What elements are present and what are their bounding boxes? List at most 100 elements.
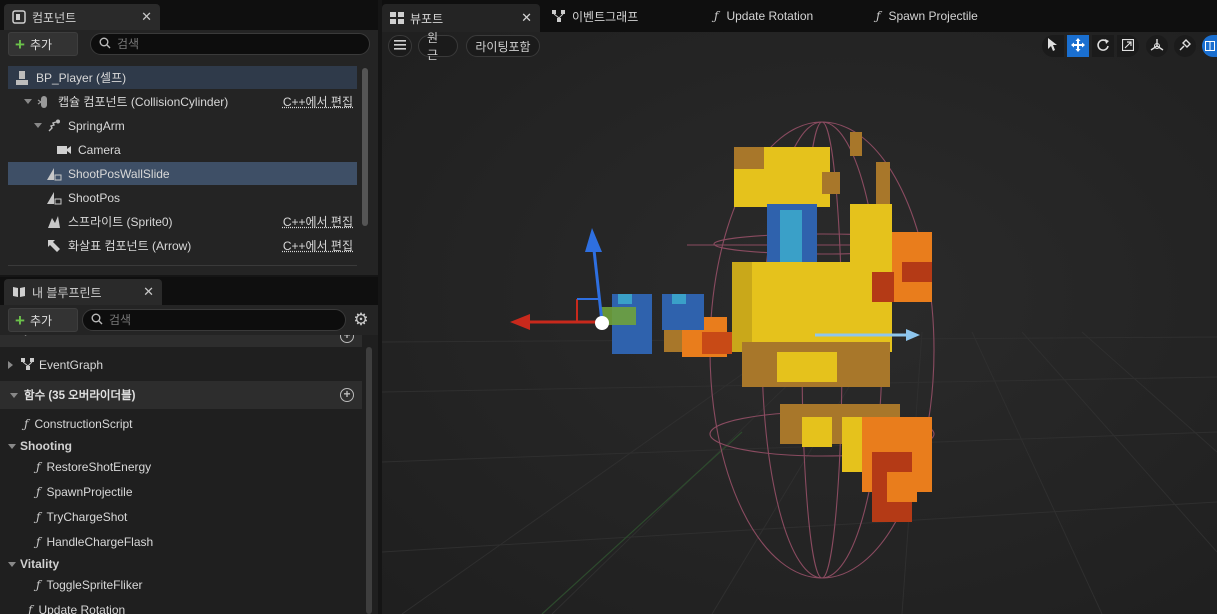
coordinate-system-button[interactable] [1146, 35, 1168, 57]
rotate-icon [1096, 38, 1110, 55]
tab-event-graph[interactable]: 이벤트그래프 [544, 4, 704, 28]
components-search[interactable] [90, 33, 370, 55]
function-toggle-sprite-fliker[interactable]: ƒ ToggleSpriteFliker [0, 573, 362, 597]
edit-in-cpp-link[interactable]: C++에서 편집 [283, 93, 353, 110]
edit-in-cpp-link[interactable]: C++에서 편집 [283, 237, 353, 254]
function-icon: ƒ [36, 460, 41, 474]
tree-item-label: ShootPosWallSlide [68, 166, 170, 181]
tree-item-sprite[interactable]: 스프라이트 (Sprite0) C++에서 편집 [8, 210, 357, 233]
cursor-icon [1048, 38, 1058, 54]
collapse-arrow-icon[interactable] [8, 561, 16, 567]
close-icon[interactable]: ✕ [141, 9, 152, 25]
add-component-button[interactable]: + 추가 [8, 32, 78, 56]
function-icon: ƒ [36, 510, 41, 524]
viewport-icon [390, 12, 404, 24]
camera-icon [56, 143, 72, 157]
function-restore-shot-energy[interactable]: ƒ RestoreShotEnergy [0, 455, 362, 479]
tree-item-springarm[interactable]: SpringArm [8, 114, 357, 137]
grid-icon [1205, 39, 1215, 54]
tree-item-shootpos[interactable]: ShootPos [8, 186, 357, 209]
collapse-arrow-icon[interactable] [10, 392, 18, 398]
sprite-icon [46, 215, 62, 229]
function-label: TryChargeShot [46, 510, 128, 524]
tab-components[interactable]: 컴포넌트 ✕ [4, 4, 160, 30]
viewport-scene [382, 32, 1217, 614]
components-search-input[interactable] [117, 37, 347, 51]
expand-arrow-icon[interactable] [8, 361, 13, 369]
function-construction-script[interactable]: ƒ ConstructionScript [0, 412, 362, 436]
edit-in-cpp-link[interactable]: C++에서 편집 [283, 213, 353, 230]
graph-icon [21, 357, 35, 373]
plus-icon: + [15, 34, 25, 54]
translate-tool-button[interactable] [1067, 35, 1089, 57]
shooting-category[interactable]: Shooting [0, 437, 362, 455]
collapse-arrow-icon[interactable] [8, 443, 16, 449]
expand-arrow-icon[interactable] [24, 99, 32, 104]
function-try-charge-shot[interactable]: ƒ TryChargeShot [0, 505, 362, 529]
function-icon: ƒ [28, 603, 33, 614]
tree-item-label: 화살표 컴포넌트 (Arrow) [68, 239, 192, 253]
viewport-3d[interactable]: 원근 라이팅포함 [382, 32, 1217, 614]
tree-item-capsule[interactable]: 캡슐 컴포넌트 (CollisionCylinder) C++에서 편집 [8, 90, 357, 113]
function-icon: ƒ [36, 535, 41, 549]
tab-update-rotation[interactable]: ƒ Update Rotation [706, 4, 866, 28]
add-function-icon[interactable]: + [340, 388, 354, 402]
function-icon: ƒ [36, 578, 41, 592]
function-icon: ƒ [36, 485, 41, 499]
arrow-component-icon [46, 239, 62, 253]
move-icon [1071, 37, 1085, 55]
event-graph-label: EventGraph [39, 358, 104, 372]
tree-item-label: BP_Player (셀프) [36, 71, 127, 85]
tab-spawn-projectile[interactable]: ƒ Spawn Projectile [868, 4, 1038, 28]
function-label: Update Rotation [38, 603, 126, 614]
surface-snapping-button[interactable] [1174, 35, 1196, 57]
tab-viewport-label: 뷰포트 [410, 11, 444, 26]
tab-event-graph-label: 이벤트그래프 [572, 9, 639, 24]
tree-item-camera[interactable]: Camera [8, 138, 357, 161]
add-member-label: 추가 [29, 313, 53, 328]
close-icon[interactable]: ✕ [521, 10, 532, 26]
spring-arm-icon [46, 119, 62, 133]
event-graph-item[interactable]: EventGraph [0, 353, 362, 377]
my-blueprint-panel: 그래프 + + 추가 ⚙ EventGraph 함수 (35 오버라이더블) +… [0, 305, 378, 614]
function-label: RestoreShotEnergy [46, 460, 152, 474]
blueprint-search[interactable] [82, 309, 346, 331]
blueprint-toolbar: + 추가 ⚙ [0, 305, 378, 335]
tab-viewport[interactable]: 뷰포트 ✕ [382, 4, 540, 32]
perspective-button[interactable]: 원근 [418, 32, 458, 62]
tree-item-label: 캡슐 컴포넌트 (CollisionCylinder) [58, 95, 229, 109]
components-scrollbar[interactable] [362, 68, 368, 226]
expand-arrow-icon[interactable] [34, 123, 42, 128]
tree-item-arrow[interactable]: 화살표 컴포넌트 (Arrow) C++에서 편집 [8, 234, 357, 257]
viewport-menu-button[interactable] [388, 35, 412, 57]
function-update-rotation[interactable]: ƒ Update Rotation [0, 598, 362, 614]
tree-item-bp-player[interactable]: BP_Player (셀프) [8, 66, 357, 89]
function-spawn-projectile[interactable]: ƒ SpawnProjectile [0, 480, 362, 504]
close-icon[interactable]: ✕ [143, 284, 154, 300]
vitality-category[interactable]: Vitality [0, 555, 362, 573]
grid-snap-button[interactable] [1202, 35, 1217, 57]
blueprint-search-input[interactable] [109, 313, 325, 327]
lighting-mode-button[interactable]: 라이팅포함 [466, 35, 540, 57]
scale-tool-button[interactable] [1117, 35, 1139, 57]
add-member-button[interactable]: + 추가 [8, 308, 78, 332]
tab-spawn-projectile-label: Spawn Projectile [888, 9, 978, 23]
tab-my-blueprint[interactable]: 내 블루프린트 ✕ [4, 279, 162, 305]
tree-item-label: Camera [78, 142, 121, 157]
graph-icon [552, 10, 566, 22]
functions-category[interactable]: 함수 (35 오버라이더블) + [0, 381, 362, 409]
function-handle-charge-flash[interactable]: ƒ HandleChargeFlash [0, 530, 362, 554]
function-icon: ƒ [876, 9, 881, 23]
search-icon [91, 313, 103, 328]
gear-icon[interactable]: ⚙ [352, 311, 370, 329]
tree-item-label: ShootPos [68, 190, 121, 205]
tree-item-shootposwallslide[interactable]: ShootPosWallSlide [8, 162, 357, 185]
shooting-category-label: Shooting [20, 439, 72, 453]
blueprint-scrollbar[interactable] [366, 347, 372, 614]
tree-item-label: 스프라이트 (Sprite0) [68, 215, 173, 229]
function-label: SpawnProjectile [46, 485, 133, 499]
search-icon [99, 37, 111, 52]
select-tool-button[interactable] [1042, 35, 1064, 57]
rotate-tool-button[interactable] [1092, 35, 1114, 57]
tree-item-label: SpringArm [68, 118, 125, 133]
